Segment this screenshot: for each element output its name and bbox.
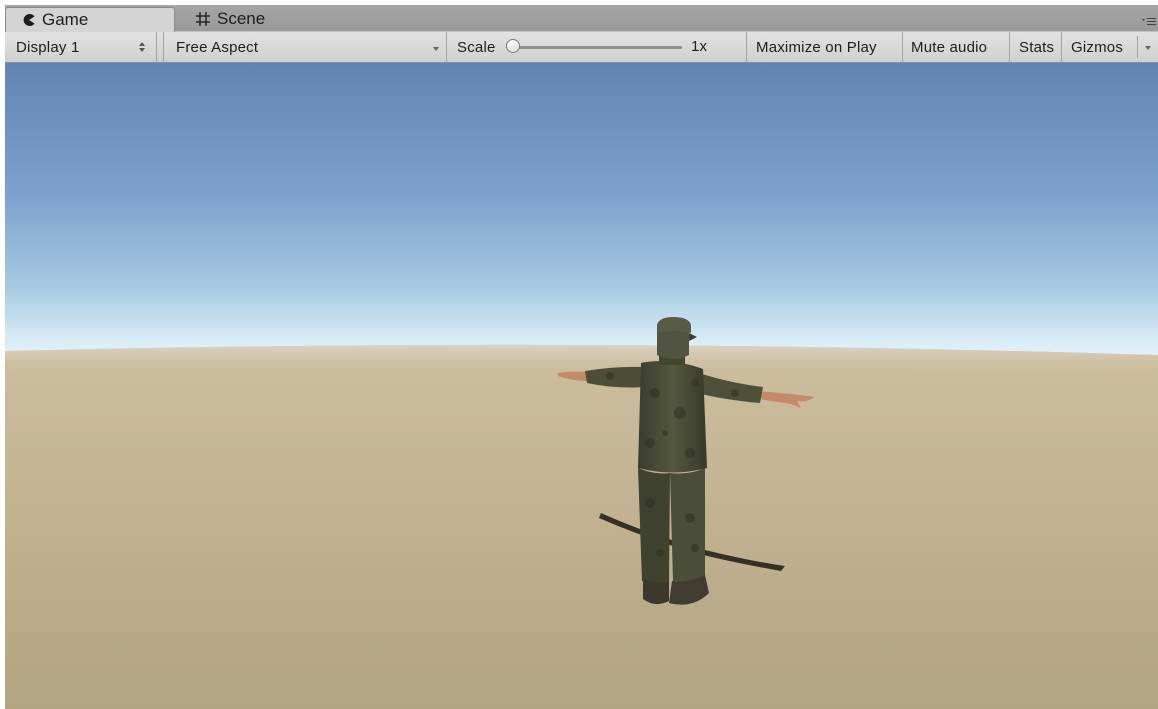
tab-scene-label: Scene bbox=[217, 9, 266, 28]
mute-audio-button[interactable]: Mute audio bbox=[903, 32, 1010, 62]
display-value: Display 1 bbox=[16, 38, 80, 56]
left-boot bbox=[643, 579, 669, 605]
window-menu-icon[interactable] bbox=[1142, 15, 1156, 27]
tab-scene[interactable]: Scene bbox=[181, 7, 301, 31]
gizmos-button[interactable]: Gizmos bbox=[1062, 32, 1158, 62]
gizmos-divider bbox=[1137, 36, 1138, 58]
chevron-down-icon[interactable] bbox=[1144, 38, 1152, 55]
stats-label: Stats bbox=[1019, 38, 1055, 56]
gizmos-label: Gizmos bbox=[1071, 38, 1124, 56]
left-arm bbox=[585, 366, 647, 388]
torso bbox=[638, 361, 707, 473]
right-leg bbox=[670, 468, 705, 582]
game-window: Game Scene Display 1 Free Aspect Scale 1… bbox=[5, 5, 1158, 709]
aspect-dropdown[interactable]: Free Aspect bbox=[163, 32, 447, 62]
display-dropdown[interactable]: Display 1 bbox=[5, 32, 157, 62]
aspect-value: Free Aspect bbox=[176, 38, 259, 56]
game-toolbar: Display 1 Free Aspect Scale 1x Maximize … bbox=[5, 32, 1158, 63]
scale-value: 1x bbox=[691, 38, 708, 55]
tab-game-label: Game bbox=[42, 10, 89, 29]
tab-bar: Game Scene bbox=[5, 5, 1158, 32]
game-viewport[interactable] bbox=[5, 63, 1158, 709]
scale-slider-track[interactable] bbox=[506, 46, 682, 49]
chevron-down-icon bbox=[432, 39, 440, 56]
ground-plane bbox=[5, 344, 1158, 709]
maximize-label: Maximize on Play bbox=[756, 38, 877, 56]
up-down-arrows-icon bbox=[138, 40, 146, 57]
stats-button[interactable]: Stats bbox=[1010, 32, 1062, 62]
scale-label: Scale bbox=[457, 38, 496, 56]
cap bbox=[657, 317, 691, 333]
hash-icon bbox=[195, 11, 211, 27]
sky bbox=[5, 63, 1158, 363]
maximize-on-play-button[interactable]: Maximize on Play bbox=[747, 32, 903, 62]
left-leg bbox=[638, 468, 670, 584]
tab-game[interactable]: Game bbox=[5, 7, 175, 32]
pacman-icon bbox=[22, 13, 36, 27]
mute-label: Mute audio bbox=[911, 38, 988, 56]
scale-slider-thumb[interactable] bbox=[506, 39, 520, 53]
scale-control: Scale 1x bbox=[447, 32, 747, 62]
